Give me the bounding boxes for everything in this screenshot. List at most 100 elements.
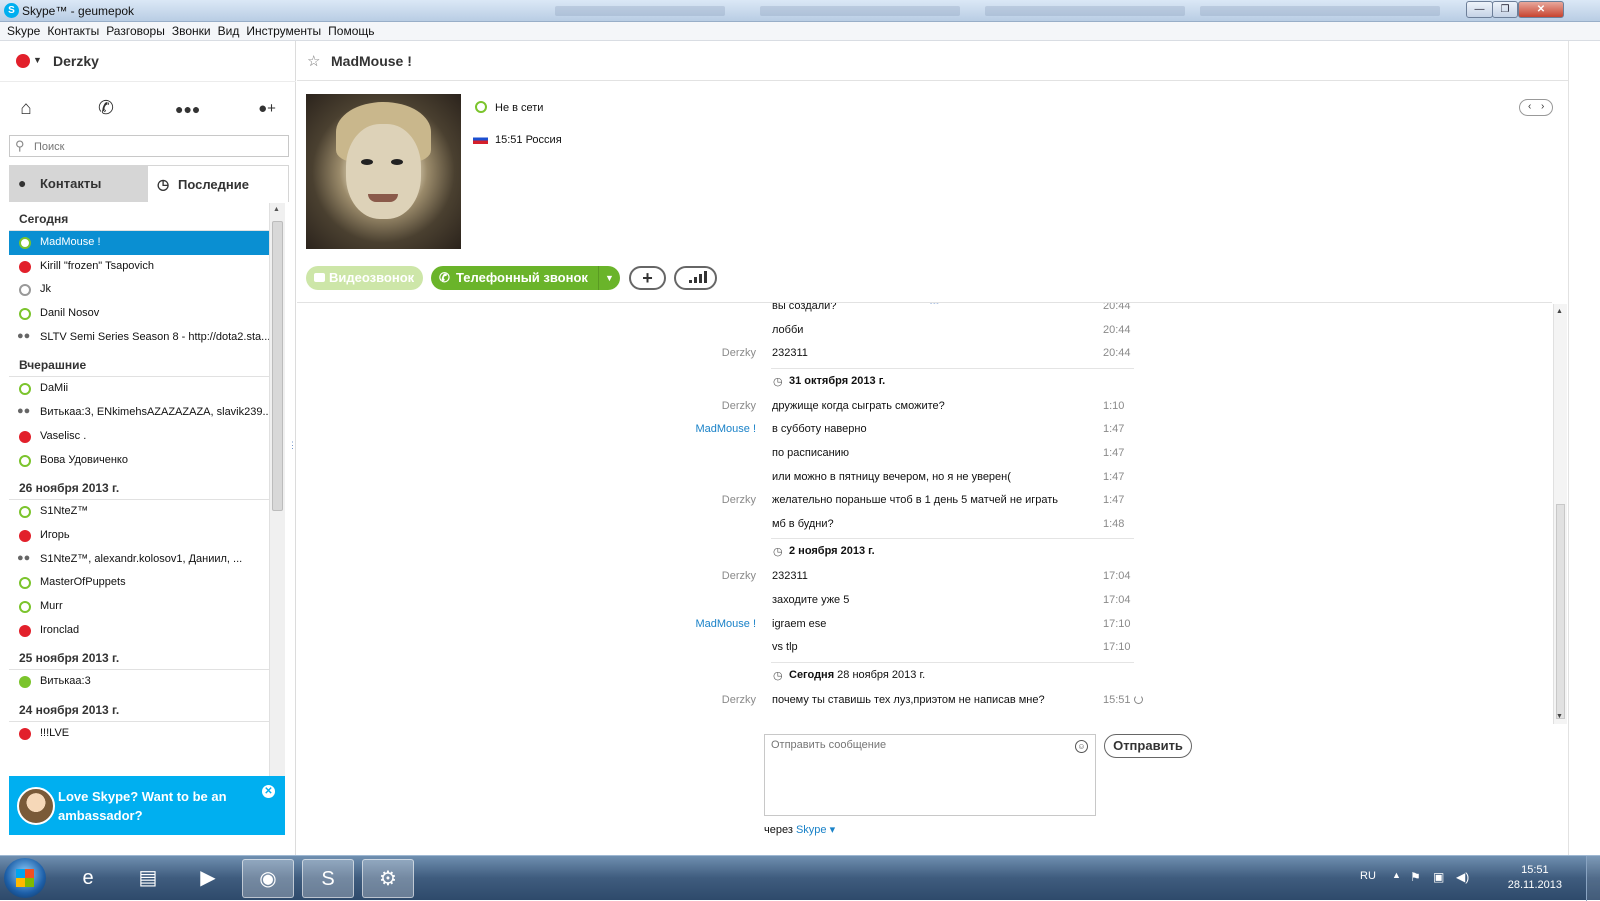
message-sender[interactable]: Derzky xyxy=(722,694,756,706)
via-skype-dropdown[interactable]: Skype ▾ xyxy=(796,824,835,836)
chat-scrollbar[interactable]: ▲ ▼ xyxy=(1553,304,1567,724)
language-indicator[interactable]: RU xyxy=(1360,870,1376,882)
menu-tools[interactable]: Инструменты xyxy=(239,22,321,38)
chat-message[interactable]: vs tlp 17:10 xyxy=(297,636,1552,660)
message-sender[interactable]: MadMouse ! xyxy=(695,618,756,630)
show-hidden-icons-icon[interactable]: ▲ xyxy=(1392,870,1401,880)
call-quality-button[interactable] xyxy=(674,266,717,290)
volume-icon[interactable]: ◀) xyxy=(1456,870,1469,884)
chat-message[interactable]: лобби 20:44 xyxy=(297,319,1552,343)
search-input[interactable] xyxy=(34,139,284,154)
star-favorite-icon[interactable]: ☆ xyxy=(307,52,320,70)
chat-message[interactable]: заходите уже 5 17:04 xyxy=(297,589,1552,613)
recent-conversation-item[interactable]: ●● S1NteZ™, alexandr.kolosov1, Даниил, ..… xyxy=(9,548,275,572)
recent-conversation-item[interactable]: Витькаа:3 xyxy=(9,670,275,694)
media-player-icon[interactable]: ▶ xyxy=(182,859,234,898)
message-sender[interactable]: MadMouse ! xyxy=(695,423,756,435)
close-icon[interactable]: ✕ xyxy=(262,785,275,798)
minimize-button[interactable]: — xyxy=(1466,1,1493,18)
scrollbar-thumb[interactable] xyxy=(272,221,283,511)
steam-icon[interactable]: ⚙ xyxy=(362,859,414,898)
message-sender[interactable]: Derzky xyxy=(722,570,756,582)
recent-conversation-item[interactable]: DaMii xyxy=(9,377,275,401)
chat-message[interactable]: MadMouse ! igraem ese 17:10 xyxy=(297,613,1552,637)
menu-conversations[interactable]: Разговоры xyxy=(99,22,165,38)
recent-conversation-item[interactable]: ●● Витькаа:3, ENkimehsAZAZAZAZA, slavik23… xyxy=(9,401,275,425)
recent-conversation-item[interactable]: MasterOfPuppets xyxy=(9,571,275,595)
recent-conversation-item[interactable]: Kirill "frozen" Tsapovich xyxy=(9,255,275,279)
menu-skype[interactable]: Skype xyxy=(0,22,40,38)
chat-message[interactable]: по расписанию 1:47 xyxy=(297,442,1552,466)
menu-contacts[interactable]: Контакты xyxy=(40,22,99,38)
message-compose-box[interactable]: ☺ xyxy=(764,734,1096,816)
recent-conversation-item[interactable]: ●● SLTV Semi Series Season 8 - http://dot… xyxy=(9,326,275,350)
recent-conversation-item[interactable]: Вова Удовиченко xyxy=(9,449,275,473)
scrollbar-thumb[interactable] xyxy=(1556,504,1565,719)
maximize-button[interactable]: ❐ xyxy=(1492,1,1518,18)
recent-conversation-item[interactable]: Ironclad xyxy=(9,619,275,643)
chat-message[interactable]: Derzky 232311 20:44 xyxy=(297,342,1552,366)
scroll-up-icon[interactable]: ▲ xyxy=(1556,308,1563,315)
file-explorer-icon[interactable]: ▤ xyxy=(122,859,174,898)
recent-conversation-item[interactable]: !!!LVE xyxy=(9,722,275,746)
chat-message[interactable]: Derzky 232311 17:04 xyxy=(297,565,1552,589)
profile-nav-arrows[interactable]: ‹ › xyxy=(1519,99,1553,116)
chat-message[interactable]: вы создали? 20:44 xyxy=(297,303,1552,319)
recent-conversation-item[interactable]: Vaselisc . xyxy=(9,425,275,449)
start-button[interactable] xyxy=(4,858,46,898)
scroll-down-icon[interactable]: ▼ xyxy=(1556,713,1563,720)
chevron-down-icon[interactable]: ▼ xyxy=(33,55,42,65)
system-clock[interactable]: 15:51 28.11.2013 xyxy=(1508,863,1562,893)
recent-group-header: Вчерашние xyxy=(9,349,271,378)
user-status-row[interactable]: ▼ Derzky xyxy=(0,41,296,81)
recent-conversation-item[interactable]: MadMouse ! xyxy=(9,231,275,255)
send-button[interactable]: Отправить xyxy=(1104,734,1192,758)
menu-calls[interactable]: Звонки xyxy=(165,22,211,38)
message-sender[interactable]: Derzky xyxy=(722,400,756,412)
chat-message[interactable]: Derzky желательно пораньше чтоб в 1 день … xyxy=(297,489,1552,513)
action-center-flag-icon[interactable]: ⚑ xyxy=(1410,870,1421,884)
recent-conversation-item[interactable]: Jk xyxy=(9,278,275,302)
pane-splitter-handle[interactable]: ⋮ xyxy=(288,440,297,451)
group-icon[interactable]: ●●● xyxy=(175,98,200,120)
chat-message[interactable]: мб в будни? 1:48 xyxy=(297,513,1552,537)
chat-message[interactable]: или можно в пятницу вечером, но я не уве… xyxy=(297,466,1552,490)
chevron-left-icon[interactable]: ‹ xyxy=(1528,101,1531,112)
chat-message[interactable]: Derzky почему ты ставишь тех луз,приэтом … xyxy=(297,689,1552,713)
search-box[interactable]: ⚲ xyxy=(9,135,289,157)
internet-explorer-icon[interactable]: e xyxy=(62,859,114,898)
skype-taskbar-icon[interactable]: S xyxy=(302,859,354,898)
tab-contacts[interactable]: ● Контакты xyxy=(9,165,147,202)
close-button[interactable]: ✕ xyxy=(1518,1,1564,18)
message-sender[interactable]: Derzky xyxy=(722,347,756,359)
menu-help[interactable]: Помощь xyxy=(321,22,374,38)
emoticon-icon[interactable]: ☺ xyxy=(1075,740,1088,753)
scroll-up-icon[interactable]: ▲ xyxy=(273,206,280,213)
add-contact-icon[interactable]: ●+ xyxy=(255,98,279,120)
chevron-right-icon[interactable]: › xyxy=(1541,101,1544,112)
user-name[interactable]: Derzky xyxy=(53,53,99,69)
firefox-icon[interactable]: ◉ xyxy=(242,859,294,898)
phone-call-button[interactable]: ✆ Телефонный звонок ▼ xyxy=(431,266,620,290)
recent-conversation-item[interactable]: Danil Nosov xyxy=(9,302,275,326)
phone-icon[interactable]: ✆ xyxy=(94,98,118,120)
video-call-button[interactable]: Видеозвонок xyxy=(306,266,423,290)
message-sender[interactable]: Derzky xyxy=(722,494,756,506)
show-desktop-button[interactable] xyxy=(1586,856,1600,901)
busy-status-icon[interactable] xyxy=(16,54,30,68)
chat-message[interactable]: Derzky дружище когда сыграть сможите? 1:10 xyxy=(297,395,1552,419)
online-status-icon xyxy=(19,676,31,689)
menu-view[interactable]: Вид xyxy=(211,22,240,38)
tab-recent[interactable]: ◷ Последние xyxy=(147,165,289,202)
recent-conversation-item[interactable]: Игорь xyxy=(9,524,275,548)
sidebar-scrollbar[interactable]: ▲ ▼ xyxy=(269,203,285,813)
chevron-down-icon[interactable]: ▼ xyxy=(598,266,620,290)
message-input[interactable] xyxy=(771,739,1069,809)
recent-conversation-item[interactable]: Murr xyxy=(9,595,275,619)
ambassador-promo[interactable]: Love Skype? Want to be an ambassador? ✕ xyxy=(9,776,285,835)
recent-conversation-item[interactable]: S1NteZ™ xyxy=(9,500,275,524)
add-button[interactable]: + xyxy=(629,266,666,290)
chat-message[interactable]: MadMouse ! в субботу наверно 1:47 xyxy=(297,418,1552,442)
network-icon[interactable]: ▣ xyxy=(1433,870,1444,884)
home-icon[interactable]: ⌂ xyxy=(14,98,38,120)
